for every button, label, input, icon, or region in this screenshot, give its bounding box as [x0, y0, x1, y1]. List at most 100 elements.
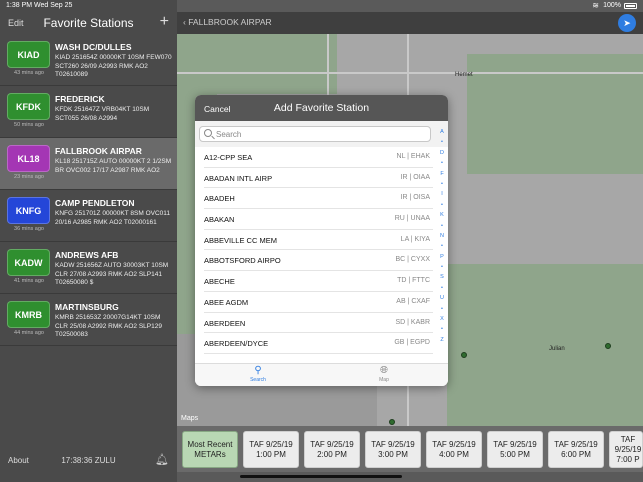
index-letter[interactable]: • — [436, 137, 448, 147]
forecast-button-taf[interactable]: TAF 9/25/19 7:00 P — [609, 431, 643, 468]
list-item-name: ABADEH — [204, 194, 235, 204]
search-input[interactable] — [216, 129, 416, 140]
index-letter[interactable]: • — [436, 324, 448, 334]
forecast-button-taf[interactable]: TAF 9/25/19 3:00 PM — [365, 431, 421, 468]
list-item-name: ABECHE — [204, 277, 235, 287]
list-item[interactable]: ABADEH IR | OISA — [204, 188, 433, 210]
list-item-code: AB | CXAF — [396, 297, 430, 305]
station-name: FALLBROOK AIRPAR — [55, 146, 142, 156]
list-item-code: TD | FTTC — [397, 277, 430, 285]
status-date: Wed Sep 25 — [34, 2, 73, 9]
station-metar: KADW 251656Z AUTO 30003KT 10SM CLR 27/08… — [55, 262, 169, 286]
index-letter[interactable]: P — [436, 252, 448, 262]
list-item-name: ABERDEEN/DYCE — [204, 339, 269, 349]
station-row[interactable]: KMRB 44 mins ago MARTINSBURG KMRB 251653… — [0, 294, 177, 346]
forecast-button-taf[interactable]: TAF 9/25/19 2:00 PM — [304, 431, 360, 468]
forecast-button-taf[interactable]: TAF 9/25/19 4:00 PM — [426, 431, 482, 468]
globe-icon: 🌐︎ — [380, 365, 388, 376]
index-letter[interactable]: D — [436, 148, 448, 158]
station-badge: KIAD — [7, 41, 50, 68]
station-list: KIAD 43 mins ago WASH DC/DULLES KIAD 251… — [0, 34, 177, 346]
status-bar: 1:38 PM Wed Sep 25 ≋ 100% — [0, 0, 643, 12]
index-letter[interactable]: K — [436, 210, 448, 220]
index-letter[interactable]: I — [436, 189, 448, 199]
station-marker[interactable] — [605, 343, 611, 349]
index-letter[interactable]: U — [436, 293, 448, 303]
station-row[interactable]: KADW 41 mins ago ANDREWS AFB KADW 251656… — [0, 242, 177, 294]
search-field — [199, 126, 431, 142]
list-item-name: A12-CPP SEA — [204, 153, 253, 162]
list-item[interactable]: ABADAN INTL AIRP IR | OIAA — [204, 168, 433, 189]
index-letter[interactable]: • — [436, 304, 448, 314]
index-letter[interactable]: Z — [436, 335, 448, 345]
station-badge: KMRB — [7, 301, 50, 328]
alphabet-index[interactable]: A • D • F • I • K • N • P • S • U • X • … — [436, 127, 448, 357]
index-letter[interactable]: • — [436, 200, 448, 210]
maps-attribution-text: Maps — [181, 415, 199, 422]
station-search-list: A12-CPP SEA NL | EHAK ABADAN INTL AIRP IR … — [195, 147, 433, 363]
list-item[interactable]: ABEE AGDM AB | CXAF — [204, 292, 433, 313]
tab-map[interactable]: 🌐︎ Map — [364, 365, 404, 386]
zulu-clock: 17:38:36 ZULU — [61, 456, 116, 465]
back-label: FALLBROOK AIRPAR — [188, 17, 272, 27]
station-metar: KL18 251715Z AUTO 00000KT 2 1/2SM BR OVC… — [55, 158, 172, 174]
list-item[interactable]: ABERDEEN SD | KABR — [204, 313, 433, 334]
battery-percent: 100% — [603, 2, 621, 9]
station-marker[interactable] — [389, 419, 395, 425]
list-item-code: IR | OIAA — [400, 173, 430, 181]
station-age: 41 mins ago — [14, 278, 44, 284]
list-item-name: ABBEVILLE CC MEM — [204, 235, 277, 245]
battery-icon — [624, 3, 637, 9]
modal-header: Cancel Add Favorite Station — [195, 95, 448, 121]
map-city-label: Julian — [549, 346, 565, 352]
station-row[interactable]: KNFG 36 mins ago CAMP PENDLETON KNFG 251… — [0, 190, 177, 242]
list-item[interactable]: ABBEVILLE CC MEM LA | KIYA — [204, 230, 433, 251]
index-letter[interactable]: • — [436, 221, 448, 231]
map-road — [177, 72, 643, 74]
list-item[interactable]: ABERDEEN/DYCE GB | EGPD — [204, 333, 433, 354]
list-item[interactable]: ABECHE TD | FTTC — [204, 271, 433, 292]
index-letter[interactable]: • — [436, 262, 448, 272]
index-letter[interactable]: A — [436, 127, 448, 137]
forecast-button-taf[interactable]: TAF 9/25/19 5:00 PM — [487, 431, 543, 468]
station-row[interactable]: KFDK 50 mins ago FREDERICK KFDK 251647Z … — [0, 86, 177, 138]
list-item-code: BC | CYXX — [395, 256, 431, 264]
list-item-name: ABEE AGDM — [204, 297, 249, 307]
forecast-button-taf[interactable]: TAF 9/25/19 1:00 PM — [243, 431, 299, 468]
station-marker[interactable] — [461, 352, 467, 358]
forecast-button-metar[interactable]: Most Recent METARs — [182, 431, 238, 468]
forecast-time-bar: Most Recent METARs TAF 9/25/19 1:00 PM T… — [177, 426, 643, 472]
forecast-button-taf[interactable]: TAF 9/25/19 6:00 PM — [548, 431, 604, 468]
location-arrow-icon[interactable]: ➤ — [618, 14, 636, 32]
list-item[interactable]: A12-CPP SEA NL | EHAK — [204, 147, 433, 168]
list-item-name: ABERDEEN — [204, 318, 246, 328]
index-letter[interactable]: • — [436, 158, 448, 168]
modal-tab-bar: ⚲ Search 🌐︎ Map — [195, 363, 448, 386]
map-city-label: Hemet — [455, 72, 473, 78]
tab-search[interactable]: ⚲ Search — [238, 365, 278, 386]
search-icon — [204, 129, 212, 137]
sidebar-footer: About 17:38:36 ZULU 🔔︎ — [0, 450, 177, 472]
bell-icon[interactable]: 🔔︎ — [155, 453, 169, 466]
list-item-code: NL | EHAK — [396, 153, 430, 160]
index-letter[interactable]: X — [436, 314, 448, 324]
back-button[interactable]: ‹ FALLBROOK AIRPAR — [183, 17, 272, 27]
list-item-name: ABBOTSFORD AIRPO — [204, 256, 281, 266]
list-item-code: LA | KIYA — [400, 235, 430, 243]
list-item[interactable]: ABBOTSFORD AIRPO BC | CYXX — [204, 250, 433, 272]
station-badge: KFDK — [7, 93, 50, 120]
add-station-button[interactable]: + — [160, 13, 169, 31]
index-letter[interactable]: • — [436, 241, 448, 251]
list-item[interactable]: ABAKAN RU | UNAA — [204, 209, 433, 230]
index-letter[interactable]: F — [436, 169, 448, 179]
station-badge: KL18 — [7, 145, 50, 172]
station-metar: KNFG 251701Z 00000KT 8SM OVC011 20/16 A2… — [55, 210, 171, 226]
station-row[interactable]: KL18 23 mins ago FALLBROOK AIRPAR KL18 2… — [0, 138, 177, 190]
home-indicator — [240, 475, 402, 478]
index-letter[interactable]: • — [436, 179, 448, 189]
station-row[interactable]: KIAD 43 mins ago WASH DC/DULLES KIAD 251… — [0, 34, 177, 86]
index-letter[interactable]: • — [436, 283, 448, 293]
index-letter[interactable]: N — [436, 231, 448, 241]
index-letter[interactable]: S — [436, 272, 448, 282]
add-station-modal: Cancel Add Favorite Station A12-CPP SEA N… — [195, 95, 448, 386]
